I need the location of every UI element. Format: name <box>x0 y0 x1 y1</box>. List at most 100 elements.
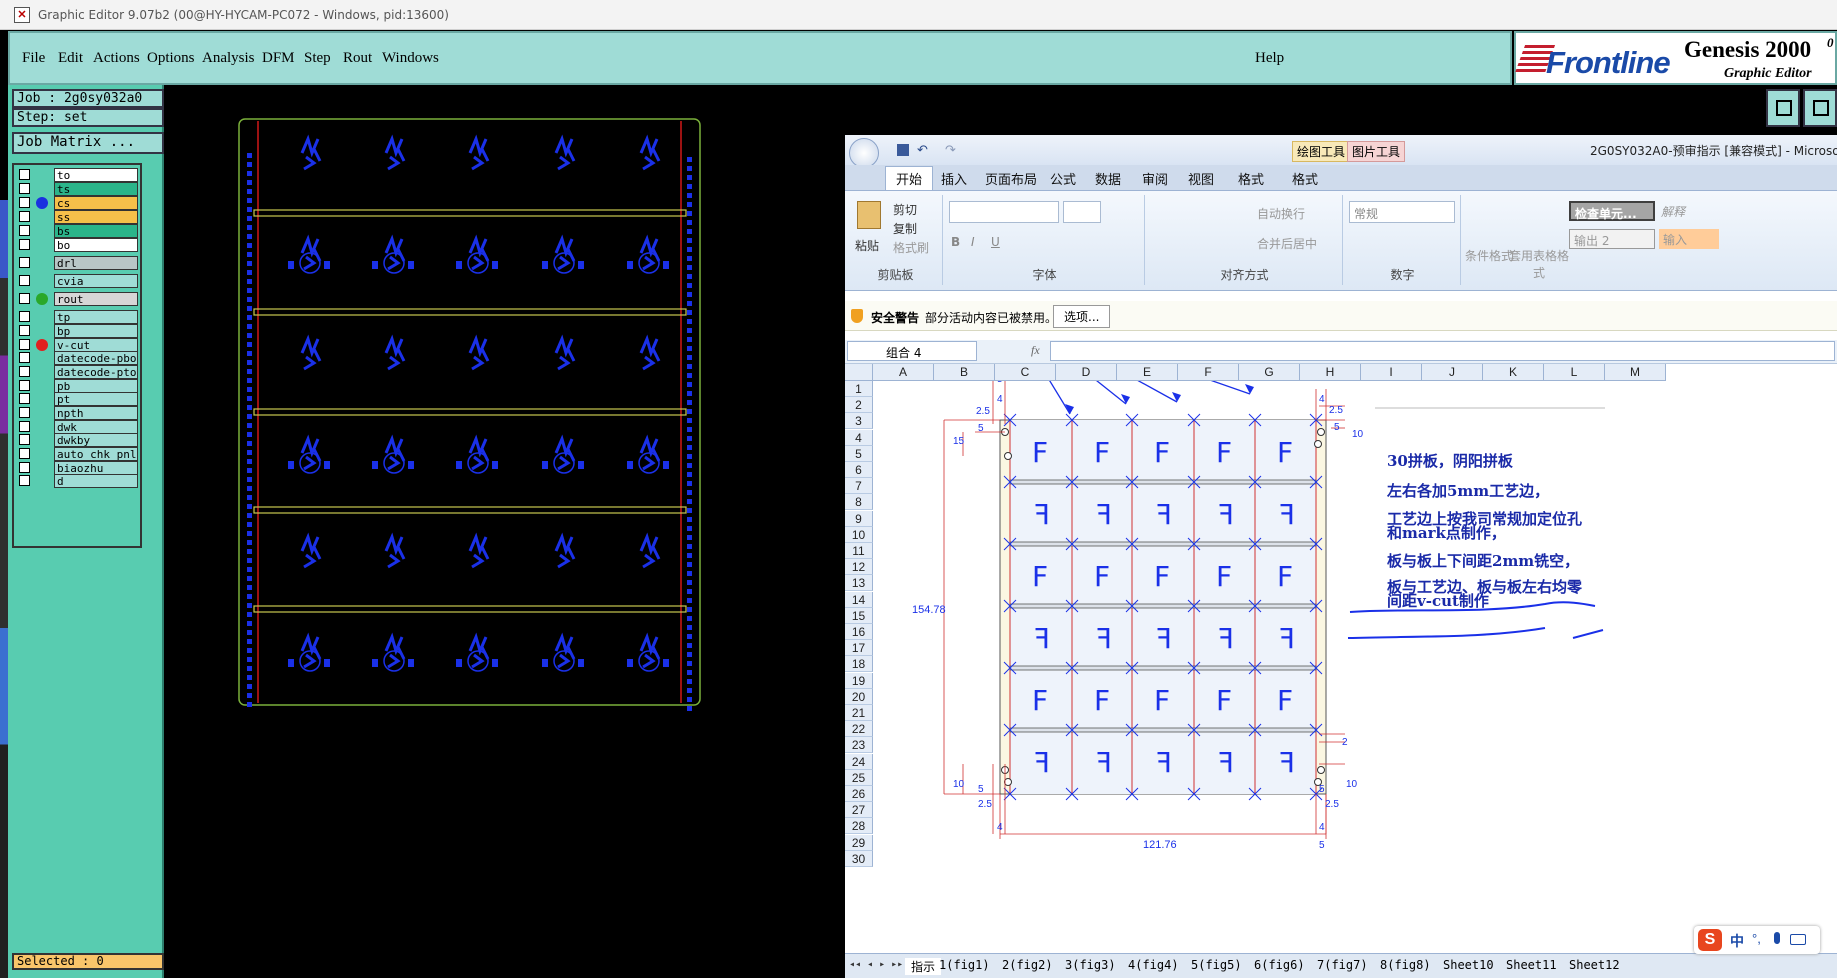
menu-actions[interactable]: Actions <box>93 50 140 67</box>
row-header[interactable]: 16 <box>845 624 873 640</box>
layer-row[interactable]: tp <box>16 310 140 324</box>
column-header[interactable]: K <box>1483 364 1544 381</box>
layer-row[interactable]: datecode-pbo <box>16 351 140 365</box>
menu-dfm[interactable]: DFM <box>262 50 295 67</box>
copy-button[interactable]: 复制 <box>893 220 917 237</box>
layer-row[interactable]: drl <box>16 256 140 270</box>
row-header[interactable]: 17 <box>845 640 873 657</box>
layer-row[interactable]: bo <box>16 238 140 252</box>
layer-name[interactable]: biaozhu <box>54 461 138 475</box>
layer-checkbox[interactable] <box>19 211 30 222</box>
layer-row[interactable]: datecode-pto <box>16 365 140 379</box>
layer-row[interactable]: dwkby <box>16 433 140 447</box>
fx-icon[interactable]: fx <box>1031 343 1040 358</box>
layer-name[interactable]: bs <box>54 224 138 238</box>
row-header[interactable]: 13 <box>845 575 873 592</box>
column-header[interactable]: A <box>873 364 934 381</box>
style-check-cell[interactable]: 检查单元... <box>1569 201 1655 221</box>
column-header[interactable]: M <box>1605 364 1666 381</box>
ribbon-tab[interactable]: 插入 <box>941 169 967 188</box>
layer-checkbox[interactable] <box>19 339 30 350</box>
layer-row[interactable]: bs <box>16 224 140 238</box>
layer-name[interactable]: datecode-pbo <box>54 351 138 365</box>
layer-name[interactable]: bo <box>54 238 138 252</box>
italic-button[interactable]: I <box>971 235 975 249</box>
layer-name[interactable]: dwk <box>54 420 138 434</box>
font-size-box[interactable] <box>1063 201 1101 223</box>
layer-row[interactable]: to <box>16 168 140 182</box>
underline-button[interactable]: U <box>991 235 1000 249</box>
drawing-tools-tab[interactable]: 绘图工具 <box>1292 141 1351 162</box>
column-header[interactable]: G <box>1239 364 1300 381</box>
column-header[interactable]: F <box>1178 364 1239 381</box>
sheet-tab[interactable]: Sheet10 <box>1437 958 1500 972</box>
menu-options[interactable]: Options <box>147 50 195 67</box>
redo-icon[interactable]: ↷ <box>945 142 956 158</box>
row-header[interactable]: 23 <box>845 737 873 754</box>
layer-row[interactable]: pt <box>16 392 140 406</box>
row-header[interactable]: 11 <box>845 543 873 559</box>
row-header[interactable]: 14 <box>845 591 873 608</box>
layer-checkbox[interactable] <box>19 407 30 418</box>
style-input-cell[interactable]: 输入 <box>1659 229 1719 249</box>
layer-name[interactable]: pb <box>54 379 138 393</box>
save-icon[interactable] <box>897 144 909 156</box>
menu-help[interactable]: Help <box>1255 50 1284 67</box>
wrap-text-button[interactable]: 自动换行 <box>1257 205 1305 222</box>
layer-checkbox[interactable] <box>19 421 30 432</box>
menu-step[interactable]: Step <box>304 50 331 67</box>
sheet-tab[interactable]: 5(fig5) <box>1185 958 1248 972</box>
row-header[interactable]: 1 <box>845 381 873 397</box>
layer-name[interactable]: cvia <box>54 274 138 288</box>
layer-checkbox[interactable] <box>19 169 30 180</box>
sheet-tab[interactable]: 2(fig2) <box>996 958 1059 972</box>
layer-name[interactable]: pt <box>54 392 138 406</box>
graphic-canvas[interactable] <box>166 85 846 978</box>
sheet-tab[interactable]: 4(fig4) <box>1122 958 1185 972</box>
menu-analysis[interactable]: Analysis <box>202 50 255 67</box>
ribbon-tab[interactable]: 数据 <box>1095 169 1121 188</box>
row-header[interactable]: 19 <box>845 672 873 689</box>
menu-edit[interactable]: Edit <box>58 50 83 67</box>
layer-checkbox[interactable] <box>19 448 30 459</box>
font-name-box[interactable] <box>949 201 1059 223</box>
paste-icon[interactable] <box>857 201 881 229</box>
ime-indicator[interactable]: S 中 °, <box>1694 926 1820 954</box>
ribbon-tab[interactable]: 页面布局 <box>985 169 1037 188</box>
sheet-nav-arrows-icon[interactable]: ◂◂ ◂ ▸ ▸▸ <box>849 959 903 970</box>
layer-checkbox[interactable] <box>19 275 30 286</box>
undo-icon[interactable]: ↶ <box>917 142 928 158</box>
row-header[interactable]: 25 <box>845 769 873 786</box>
ribbon-tab[interactable]: 格式 <box>1292 169 1318 188</box>
ribbon-tab[interactable]: 审阅 <box>1142 169 1168 188</box>
layer-checkbox[interactable] <box>19 239 30 250</box>
column-header[interactable]: D <box>1056 364 1117 381</box>
layer-row[interactable]: bp <box>16 324 140 338</box>
security-options-button[interactable]: 选项... <box>1053 305 1111 328</box>
layer-row[interactable]: npth <box>16 406 140 420</box>
layer-row[interactable]: ss <box>16 210 140 224</box>
paste-button[interactable]: 粘贴 <box>855 237 879 254</box>
layer-row[interactable]: cs <box>16 196 140 210</box>
merge-center-button[interactable]: 合并后居中 <box>1257 235 1317 252</box>
layer-checkbox[interactable] <box>19 225 30 236</box>
cut-button[interactable]: 剪切 <box>893 201 917 218</box>
column-header[interactable]: L <box>1544 364 1605 381</box>
column-header[interactable]: H <box>1300 364 1361 381</box>
ribbon-tab[interactable]: 视图 <box>1188 169 1214 188</box>
sheet-tab[interactable]: 7(fig7) <box>1311 958 1374 972</box>
style-calc-cell[interactable]: 解释 <box>1661 203 1721 220</box>
conditional-format-button[interactable]: 条件格式 <box>1465 247 1513 264</box>
layer-checkbox[interactable] <box>19 257 30 268</box>
ribbon-tab[interactable]: 公式 <box>1050 169 1076 188</box>
row-header[interactable]: 8 <box>845 494 873 511</box>
sheet-tab[interactable]: Sheet11 <box>1500 958 1563 972</box>
layer-name[interactable]: cs <box>54 196 138 210</box>
row-header[interactable]: 22 <box>845 721 873 738</box>
table-format-button[interactable]: 套用表格格式 <box>1509 247 1569 281</box>
layer-checkbox[interactable] <box>19 462 30 473</box>
menu-file[interactable]: File <box>22 50 45 67</box>
job-matrix-button[interactable]: Job Matrix ... <box>12 132 164 154</box>
row-header[interactable]: 9 <box>845 510 873 527</box>
layer-checkbox[interactable] <box>19 366 30 377</box>
